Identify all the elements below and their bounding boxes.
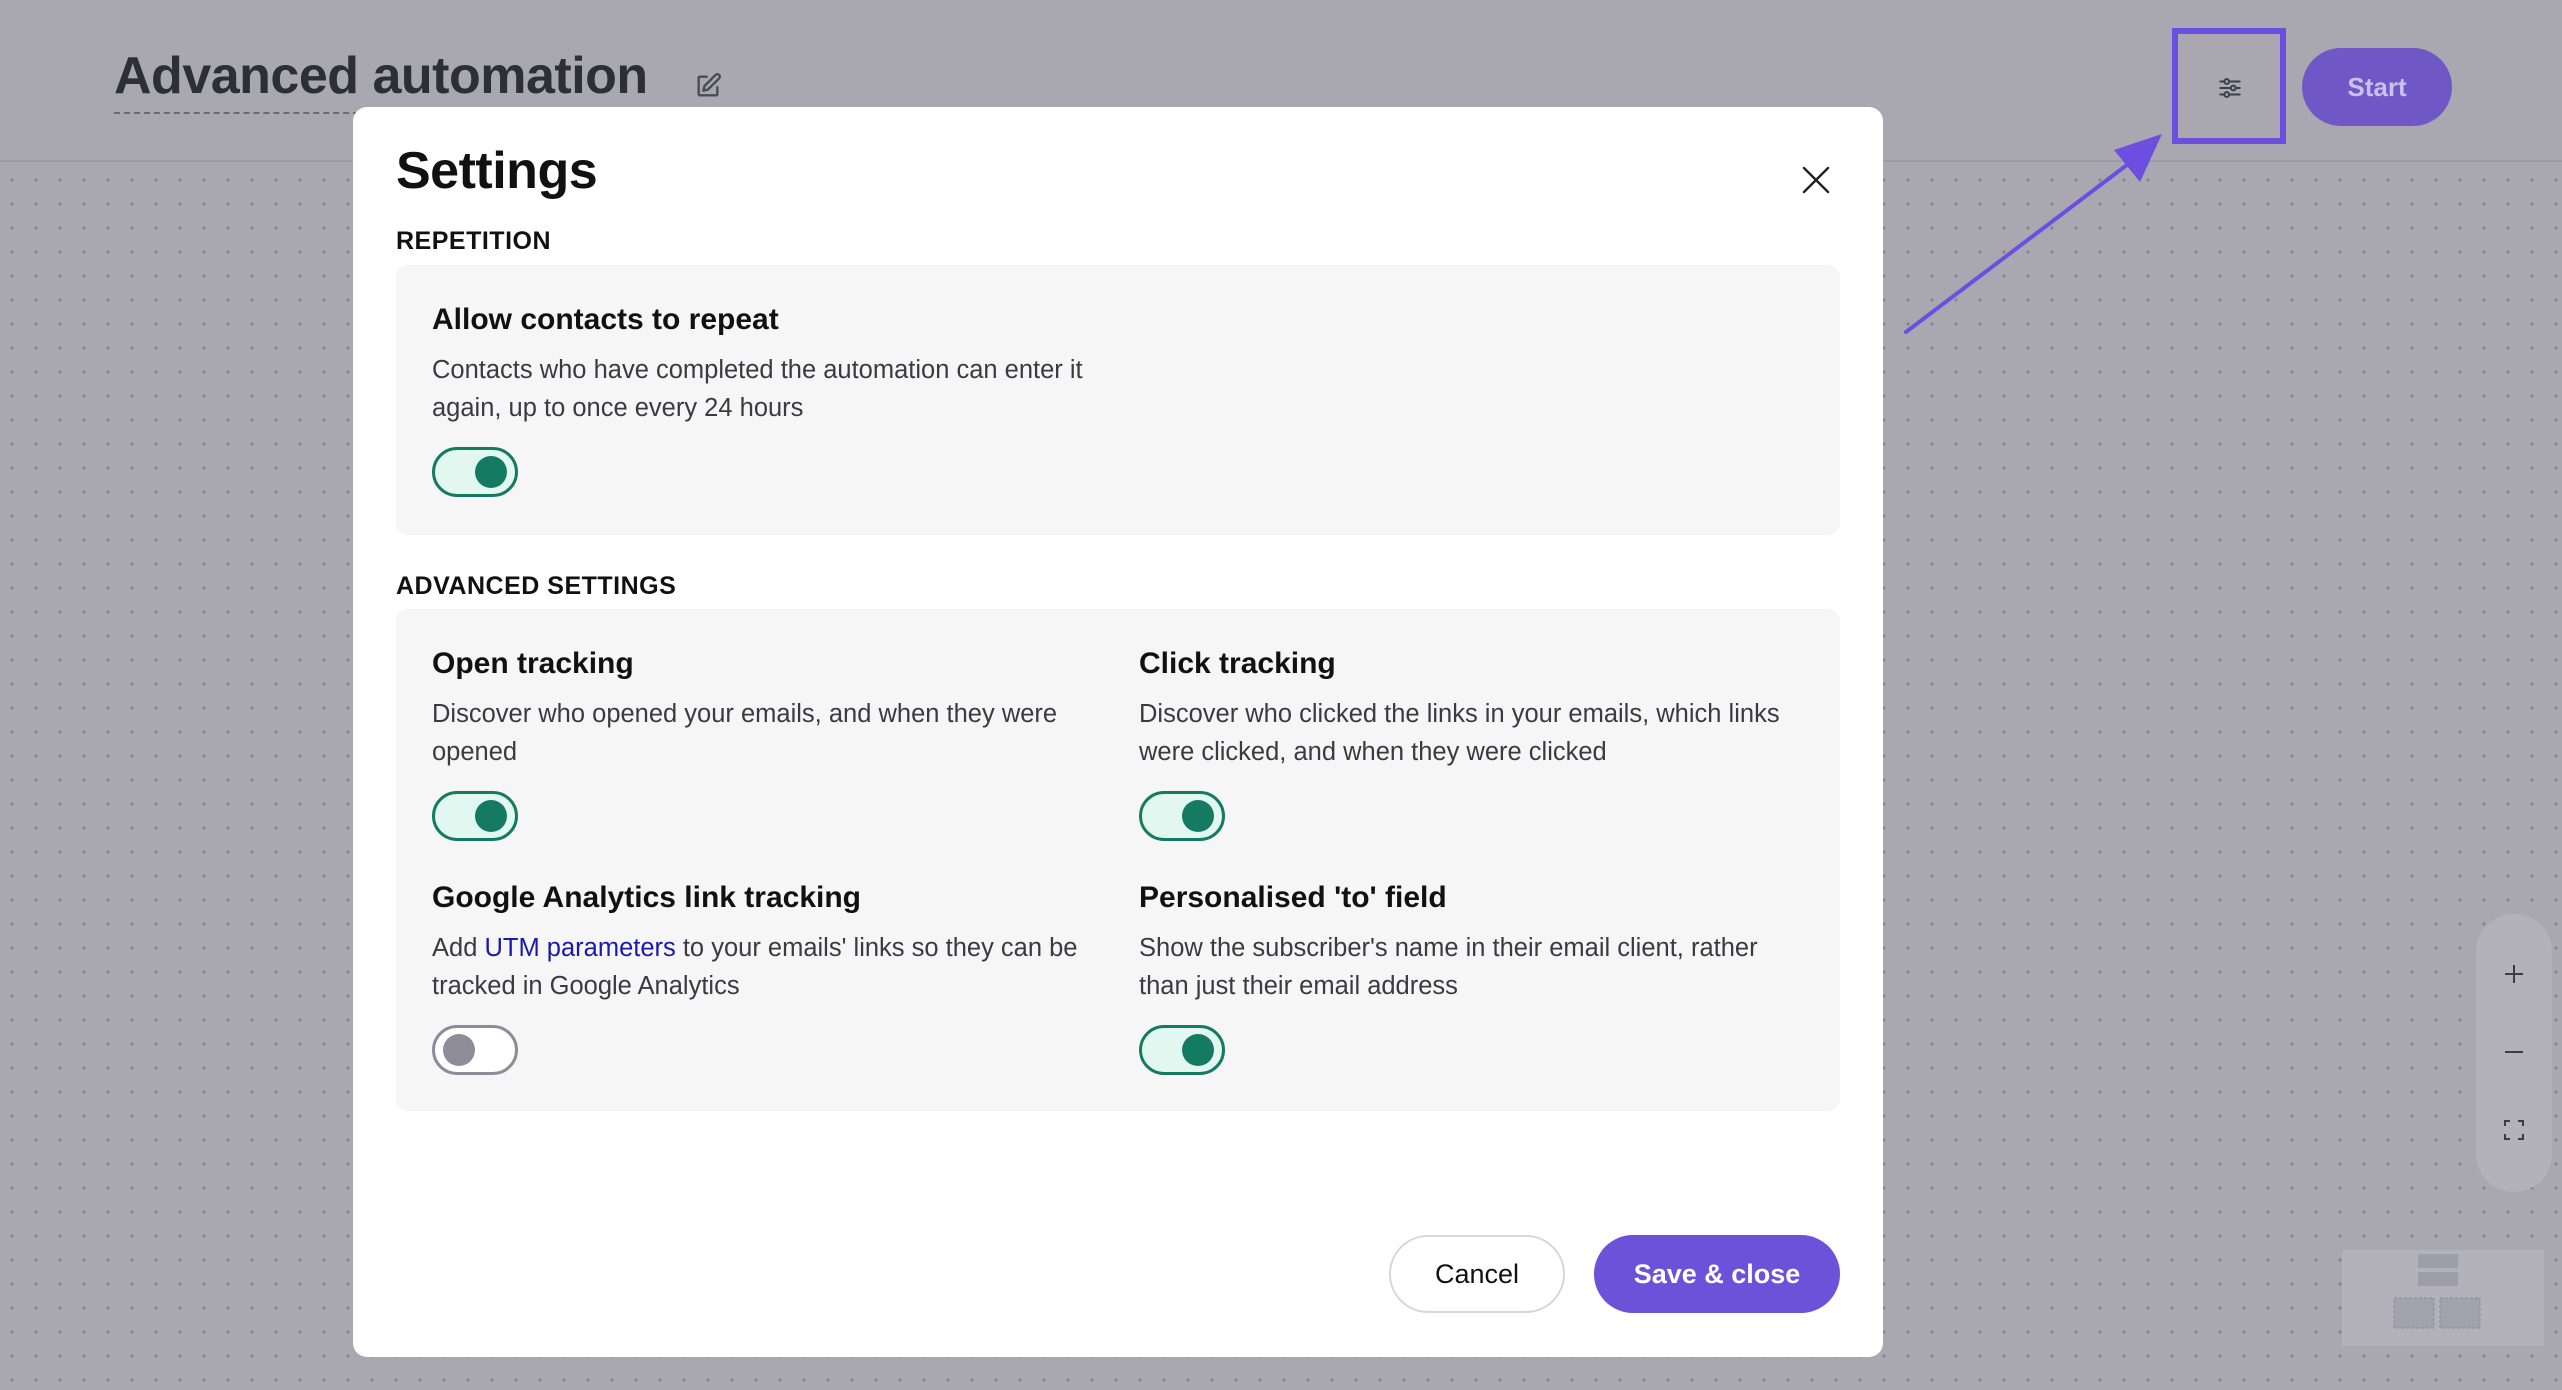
minus-icon	[2505, 1051, 2523, 1053]
settings-modal: Settings REPETITION Allow contacts to re…	[353, 107, 1883, 1357]
utm-parameters-link[interactable]: UTM parameters	[484, 934, 675, 962]
sliders-icon	[2219, 78, 2241, 98]
repetition-card: Allow contacts to repeat Contacts who ha…	[396, 265, 1840, 535]
minimap-preview	[2393, 1254, 2481, 1329]
settings-button[interactable]	[2178, 36, 2282, 140]
zoom-controls	[2476, 914, 2552, 1192]
setting-description: Show the subscriber's name in their emai…	[1139, 934, 1758, 1000]
zoom-in-button[interactable]	[2476, 936, 2552, 1012]
start-button[interactable]: Start	[2302, 48, 2452, 126]
plus-icon	[2505, 965, 2523, 983]
modal-title: Settings	[396, 142, 598, 200]
allow-repeat-toggle[interactable]	[432, 447, 518, 497]
section-label-repetition: REPETITION	[396, 227, 552, 255]
close-button[interactable]	[1791, 155, 1841, 205]
click-tracking-toggle[interactable]	[1139, 791, 1225, 841]
open-tracking-toggle[interactable]	[432, 791, 518, 841]
fit-screen-button[interactable]	[2476, 1092, 2552, 1168]
automation-title[interactable]: Advanced automation	[114, 46, 648, 114]
section-label-advanced: ADVANCED SETTINGS	[396, 572, 677, 600]
personalised-to-toggle[interactable]	[1139, 1025, 1225, 1075]
close-icon	[1802, 166, 1830, 194]
setting-description: Contacts who have completed the automati…	[432, 356, 1083, 422]
save-close-button[interactable]: Save & close	[1594, 1235, 1840, 1313]
pencil-edit-icon[interactable]	[694, 72, 722, 100]
setting-ga-tracking: Google Analytics link tracking Add UTM p…	[432, 881, 1092, 1005]
setting-open-tracking: Open tracking Discover who opened your e…	[432, 647, 1092, 771]
zoom-out-button[interactable]	[2476, 1014, 2552, 1090]
setting-click-tracking: Click tracking Discover who clicked the …	[1139, 647, 1799, 771]
setting-description: Discover who clicked the links in your e…	[1139, 700, 1780, 766]
ga-tracking-toggle[interactable]	[432, 1025, 518, 1075]
setting-title: Click tracking	[1139, 647, 1336, 680]
desc-text: Add	[432, 934, 485, 962]
minimap[interactable]	[2342, 1250, 2544, 1346]
annotation-arrow	[1904, 134, 2162, 334]
setting-allow-repeat: Allow contacts to repeat Contacts who ha…	[432, 303, 1092, 427]
setting-personalised-to: Personalised 'to' field Show the subscri…	[1139, 881, 1799, 1005]
advanced-settings-card: Open tracking Discover who opened your e…	[396, 609, 1840, 1111]
setting-description: Add UTM parameters to your emails' links…	[432, 929, 1092, 1005]
setting-title: Personalised 'to' field	[1139, 881, 1447, 914]
cancel-button[interactable]: Cancel	[1389, 1235, 1565, 1313]
setting-title: Google Analytics link tracking	[432, 881, 861, 914]
setting-title: Allow contacts to repeat	[432, 303, 779, 336]
setting-description: Discover who opened your emails, and whe…	[432, 700, 1058, 766]
setting-title: Open tracking	[432, 647, 634, 680]
fit-screen-icon	[2504, 1120, 2524, 1140]
